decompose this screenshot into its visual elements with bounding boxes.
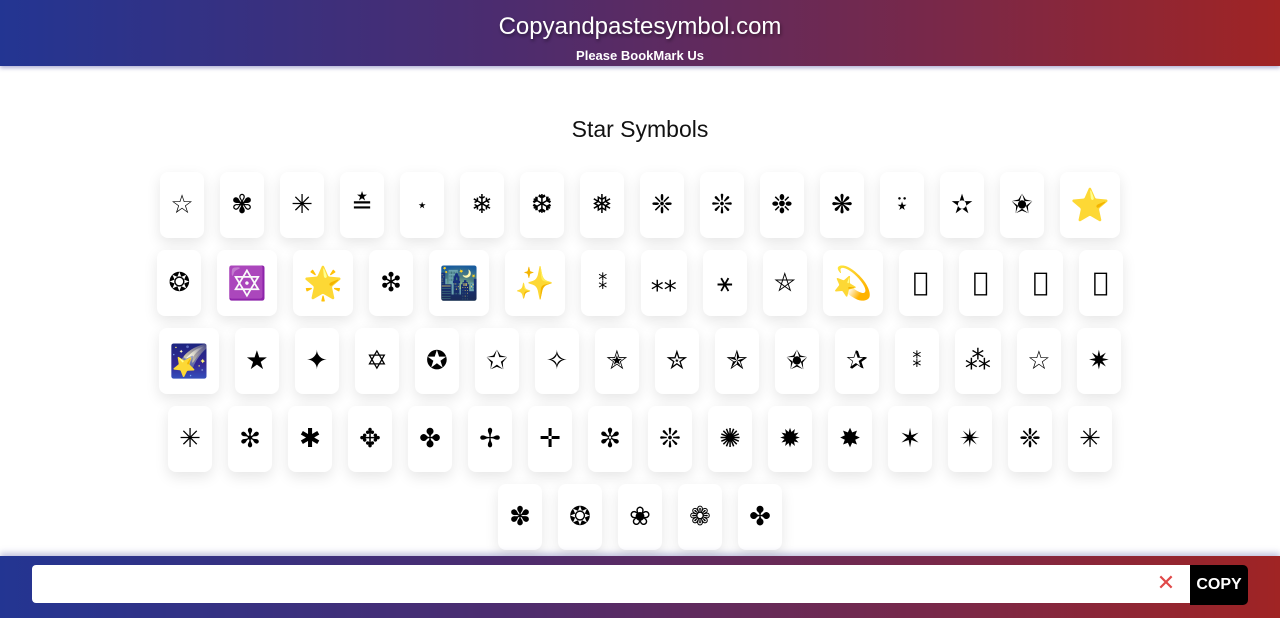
symbol-card[interactable]:  bbox=[958, 250, 1003, 316]
symbol-card[interactable]: ❅ bbox=[580, 172, 625, 238]
symbol-card[interactable]: ⁑ bbox=[894, 328, 939, 394]
symbol-card[interactable]: ✽ bbox=[498, 484, 542, 550]
symbol-card[interactable]: ❇ bbox=[369, 250, 414, 316]
symbol-card[interactable]: ✢ bbox=[468, 406, 512, 472]
symbol-card[interactable]: ❊ bbox=[648, 406, 692, 472]
symbol-card[interactable]: ☆ bbox=[160, 172, 205, 238]
symbol-card[interactable]: ✳ bbox=[168, 406, 212, 472]
symbol-card[interactable]: ✯ bbox=[714, 328, 759, 394]
symbol-card[interactable]: ✥ bbox=[348, 406, 392, 472]
symbol-card[interactable]: ❀ bbox=[618, 484, 662, 550]
symbol-row: ✽ ❂ ❀ ❁ ✤ bbox=[70, 484, 1210, 550]
symbol-card[interactable]: ✱ bbox=[288, 406, 332, 472]
symbol-card[interactable]: ✤ bbox=[738, 484, 782, 550]
symbol-card[interactable]: ❂ bbox=[558, 484, 602, 550]
clear-icon[interactable]: ✕ bbox=[1156, 572, 1176, 596]
symbol-card[interactable]: ❄ bbox=[460, 172, 505, 238]
symbol-card[interactable]: ❉ bbox=[760, 172, 805, 238]
symbol-card[interactable]: ✫ bbox=[940, 172, 985, 238]
symbol-card[interactable]: 🌠 bbox=[159, 328, 219, 394]
copy-bar: ✕ COPY bbox=[0, 556, 1280, 618]
symbol-card[interactable]: ✪ bbox=[414, 328, 459, 394]
symbol-card[interactable]: ❆ bbox=[520, 172, 565, 238]
symbol-row: ☆ ✾ ✳ ≛ ⋆ ❄ ❆ ❅ ❈ ❊ ❉ ❋ ⍣ ✫ ✬ ⭐ bbox=[70, 172, 1210, 238]
symbol-card[interactable]: ✺ bbox=[708, 406, 752, 472]
symbol-card[interactable]: ✴ bbox=[948, 406, 992, 472]
symbol-card[interactable]: ✷ bbox=[1076, 328, 1121, 394]
symbol-card[interactable]: ⭐ bbox=[1060, 172, 1120, 238]
symbol-card[interactable]: ❈ bbox=[1008, 406, 1052, 472]
copy-input[interactable] bbox=[32, 565, 1190, 603]
symbol-card[interactable]: ☆ bbox=[1016, 328, 1061, 394]
symbol-card[interactable]: 🌃 bbox=[429, 250, 489, 316]
symbol-card[interactable]: ❊ bbox=[700, 172, 745, 238]
symbol-card[interactable]: ✸ bbox=[828, 406, 872, 472]
symbol-card[interactable]: ✤ bbox=[408, 406, 452, 472]
symbol-card[interactable]: ✭ bbox=[594, 328, 639, 394]
symbol-card[interactable]: ✶ bbox=[888, 406, 932, 472]
symbol-card[interactable]: ✡ bbox=[354, 328, 399, 394]
page-title: Star Symbols bbox=[571, 116, 709, 142]
symbol-card[interactable]: ✩ bbox=[474, 328, 519, 394]
symbol-card[interactable]: ❂ bbox=[157, 250, 202, 316]
symbol-card[interactable]: ✨ bbox=[504, 250, 565, 316]
symbol-card[interactable]: ✳ bbox=[280, 172, 325, 238]
symbol-card[interactable]: ✹ bbox=[768, 406, 812, 472]
symbol-card[interactable]: ≛ bbox=[340, 172, 385, 238]
symbol-card[interactable]: ✦ bbox=[294, 328, 339, 394]
symbol-card[interactable]: ✛ bbox=[528, 406, 572, 472]
symbol-card[interactable]: ⛤ bbox=[762, 250, 807, 316]
symbol-card[interactable]: ⋆ bbox=[400, 172, 445, 238]
symbol-card[interactable]: ✻ bbox=[228, 406, 272, 472]
symbol-card[interactable]: 🌟 bbox=[293, 250, 354, 316]
symbol-card[interactable]:  bbox=[1018, 250, 1063, 316]
symbol-card[interactable]: ✬ bbox=[1000, 172, 1045, 238]
symbol-grid: ☆ ✾ ✳ ≛ ⋆ ❄ ❆ ❅ ❈ ❊ ❉ ❋ ⍣ ✫ ✬ ⭐ ❂ 🔯 🌟 ❇ … bbox=[70, 172, 1210, 562]
symbol-card[interactable]: ⁑ bbox=[580, 250, 625, 316]
symbol-card[interactable]: ⚹ bbox=[702, 250, 747, 316]
symbol-card[interactable]: ★ bbox=[234, 328, 279, 394]
symbol-card[interactable]: ✰ bbox=[834, 328, 879, 394]
copy-button[interactable]: COPY bbox=[1190, 565, 1248, 605]
symbol-row: ✳ ✻ ✱ ✥ ✤ ✢ ✛ ✼ ❊ ✺ ✹ ✸ ✶ ✴ ❈ ✳ bbox=[70, 406, 1210, 472]
symbol-card[interactable]: ❁ bbox=[678, 484, 722, 550]
symbol-card[interactable]: ⍣ bbox=[880, 172, 925, 238]
symbol-row: ❂ 🔯 🌟 ❇ 🌃 ✨ ⁑ ⁎⁎ ⚹ ⛤ 💫     bbox=[70, 250, 1210, 316]
symbol-card[interactable]: ✬ bbox=[774, 328, 819, 394]
symbol-card[interactable]: ✼ bbox=[588, 406, 632, 472]
symbol-card[interactable]: ✧ bbox=[534, 328, 579, 394]
symbol-card[interactable]: ✳ bbox=[1068, 406, 1112, 472]
symbol-card[interactable]: ✾ bbox=[220, 172, 265, 238]
symbol-card[interactable]: ⁎⁎ bbox=[640, 250, 687, 316]
site-header: Copyandpastesymbol.com Please BookMark U… bbox=[0, 0, 1280, 66]
symbol-card[interactable]: ✮ bbox=[654, 328, 699, 394]
site-title[interactable]: Copyandpastesymbol.com bbox=[0, 12, 1280, 42]
symbol-card[interactable]: ⁂ bbox=[954, 328, 1001, 394]
symbol-card[interactable]:  bbox=[1078, 250, 1123, 316]
symbol-card[interactable]: ❈ bbox=[640, 172, 685, 238]
bookmark-note: Please BookMark Us bbox=[576, 48, 704, 63]
symbol-card[interactable]: ❋ bbox=[820, 172, 865, 238]
symbol-row: 🌠 ★ ✦ ✡ ✪ ✩ ✧ ✭ ✮ ✯ ✬ ✰ ⁑ ⁂ ☆ ✷ bbox=[70, 328, 1210, 394]
symbol-card[interactable]:  bbox=[898, 250, 943, 316]
symbol-card[interactable]: 🔯 bbox=[217, 250, 278, 316]
symbol-card[interactable]: 💫 bbox=[822, 250, 883, 316]
